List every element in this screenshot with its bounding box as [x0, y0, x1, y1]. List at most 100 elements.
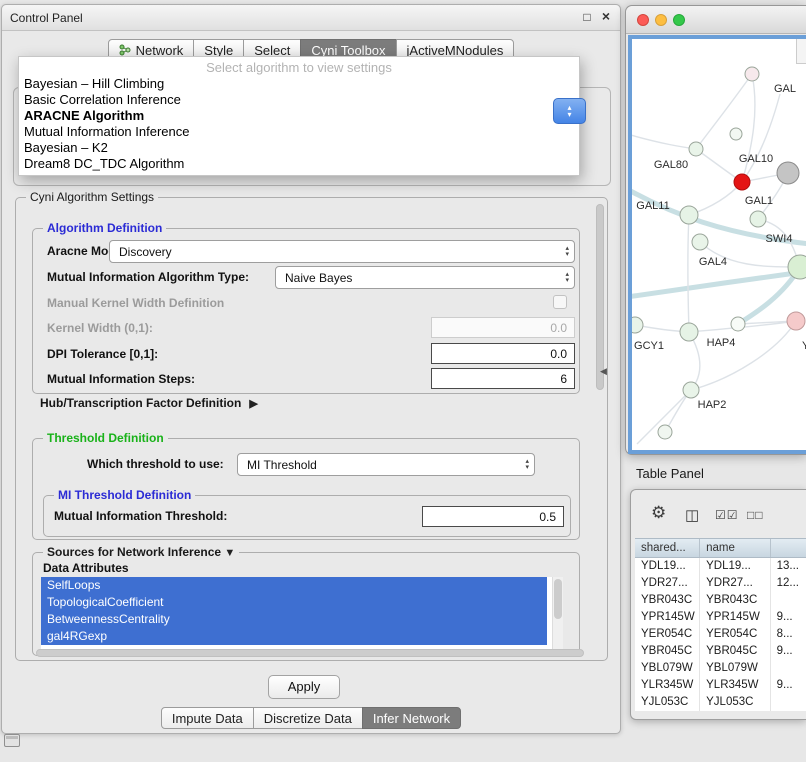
attribute-item[interactable]: TopologicalCoefficient	[41, 594, 547, 611]
mi-steps-field[interactable]: 6	[431, 368, 575, 389]
settings-horizontal-scroll-thumb[interactable]	[36, 649, 584, 657]
table-cell: YBR045C	[700, 643, 770, 660]
network-node[interactable]	[683, 382, 699, 398]
network-node[interactable]	[731, 317, 745, 331]
tab-infer-network[interactable]: Infer Network	[362, 707, 461, 729]
network-node[interactable]	[745, 67, 759, 81]
hub-arrow-icon: ▶	[249, 397, 257, 410]
network-node[interactable]	[730, 128, 742, 140]
table-row[interactable]: YPR145W YPR145W 9...	[635, 609, 806, 626]
mi-threshold-field[interactable]: 0.5	[422, 506, 564, 527]
close-traffic-light[interactable]	[637, 14, 649, 26]
hub-definition-toggle[interactable]: Hub/Transcription Factor Definition ▶	[40, 396, 258, 410]
manual-kernel-checkbox[interactable]	[553, 295, 567, 309]
table-cell: YJL053C	[700, 694, 770, 711]
settings-horizontal-scrollbar[interactable]	[22, 648, 598, 658]
attribute-item[interactable]: gal4RGexp	[41, 628, 547, 645]
network-node-label: SWI4	[766, 233, 793, 245]
gear-icon[interactable]: ⚙	[651, 503, 666, 523]
settings-vertical-scrollbar[interactable]	[595, 202, 605, 654]
zoom-traffic-light[interactable]	[673, 14, 685, 26]
sources-group: Sources for Network Inference ▼ Data Att…	[32, 552, 580, 656]
dropdown-item[interactable]: Bayesian – K2	[19, 140, 579, 156]
table-cell: YDR27...	[635, 575, 700, 592]
close-icon[interactable]: ×	[599, 8, 613, 24]
dpi-tolerance-field[interactable]: 0.0	[431, 343, 575, 364]
table-header-row: shared... name	[635, 538, 806, 558]
sources-toggle[interactable]: Sources for Network Inference ▼	[43, 545, 239, 559]
column-header-extra[interactable]	[771, 539, 806, 557]
which-threshold-label: Which threshold to use:	[87, 457, 224, 471]
network-scrollbar[interactable]	[796, 39, 806, 64]
network-node[interactable]	[689, 142, 703, 156]
mi-threshold-label: Mutual Information Threshold:	[54, 509, 227, 523]
network-view-window: GAL GAL80 GAL10 GAL11 GAL1 SWI4 GAL4 GCY…	[625, 5, 806, 455]
deselect-all-icon[interactable]: □□	[747, 508, 764, 522]
algorithm-combo-arrows-button[interactable]: ▴ ▾	[553, 98, 586, 124]
network-node[interactable]	[777, 162, 799, 184]
table-row[interactable]: YER054C YER054C 8...	[635, 626, 806, 643]
table-row[interactable]: YJL053C YJL053C	[635, 694, 806, 711]
table-row[interactable]: YLR345W YLR345W 9...	[635, 677, 806, 694]
table-row[interactable]: YDL19... YDL19... 13...	[635, 558, 806, 575]
network-node-label: GCY1	[634, 340, 664, 352]
tab-discretize-data-label: Discretize Data	[264, 711, 352, 726]
kernel-width-value: 0.0	[550, 321, 567, 335]
network-node[interactable]	[692, 234, 708, 250]
kernel-width-field[interactable]: 0.0	[431, 317, 575, 338]
dropdown-item-selected[interactable]: ARACNE Algorithm	[19, 108, 579, 124]
float-panel-icon[interactable]: □	[580, 10, 594, 24]
network-node-red[interactable]	[734, 174, 750, 190]
control-panel-titlebar: Control Panel □ ×	[2, 5, 620, 31]
table-panel-window: ⚙ ◫ ☑☑ □□ shared... name YDL19... YDL19.…	[630, 489, 806, 720]
tab-impute-data[interactable]: Impute Data	[161, 707, 254, 729]
columns-icon[interactable]: ◫	[685, 506, 699, 524]
table-row[interactable]: YBR045C YBR045C 9...	[635, 643, 806, 660]
network-graph: GAL GAL80 GAL10 GAL11 GAL1 SWI4 GAL4 GCY…	[632, 39, 806, 450]
network-nodes	[632, 67, 806, 439]
table-cell: YPR145W	[635, 609, 700, 626]
network-canvas[interactable]: GAL GAL80 GAL10 GAL11 GAL1 SWI4 GAL4 GCY…	[628, 35, 806, 454]
panel-collapse-icon[interactable]: ◀	[600, 366, 607, 377]
attribute-item[interactable]: BetweennessCentrality	[41, 611, 547, 628]
data-attributes-label: Data Attributes	[43, 561, 129, 575]
minimized-panel-icon[interactable]	[4, 734, 20, 747]
dropdown-item[interactable]: Basic Correlation Inference	[19, 92, 579, 108]
tab-discretize-data[interactable]: Discretize Data	[253, 707, 363, 729]
network-node[interactable]	[680, 206, 698, 224]
network-node[interactable]	[632, 317, 643, 333]
table-cell: YBL079W	[635, 660, 700, 677]
aracne-mode-combo[interactable]: Discovery ▴▾	[109, 240, 575, 263]
select-all-icon[interactable]: ☑☑	[715, 508, 739, 522]
dropdown-item[interactable]: Bayesian – Hill Climbing	[19, 76, 579, 92]
attributes-scroll-thumb[interactable]	[554, 579, 562, 619]
network-node-label: GAL1	[745, 195, 773, 207]
table-cell	[771, 660, 806, 677]
network-node-label: HAP4	[707, 337, 736, 349]
mi-type-combo[interactable]: Naive Bayes ▴▾	[275, 266, 575, 289]
attributes-scrollbar[interactable]	[552, 577, 563, 649]
table-cell: 12...	[771, 575, 806, 592]
column-header-name[interactable]: name	[700, 539, 770, 557]
which-threshold-combo[interactable]: MI Threshold ▴▾	[237, 453, 535, 476]
table-row[interactable]: YBR043C YBR043C	[635, 592, 806, 609]
apply-button[interactable]: Apply	[268, 675, 340, 699]
table-cell: YBR043C	[635, 592, 700, 609]
network-node[interactable]	[787, 312, 805, 330]
algorithm-dropdown-popup: Select algorithm to view settings Bayesi…	[18, 56, 580, 176]
network-node[interactable]	[750, 211, 766, 227]
network-node[interactable]	[680, 323, 698, 341]
attribute-item[interactable]: SelfLoops	[41, 577, 547, 594]
network-node-label: GAL80	[654, 159, 688, 171]
dropdown-item[interactable]: Mutual Information Inference	[19, 124, 579, 140]
minimize-traffic-light[interactable]	[655, 14, 667, 26]
network-node-label: GAL	[774, 83, 796, 95]
settings-vertical-scroll-thumb[interactable]	[596, 204, 604, 390]
network-node[interactable]	[658, 425, 672, 439]
dropdown-item[interactable]: Dream8 DC_TDC Algorithm	[19, 156, 579, 172]
table-row[interactable]: YBL079W YBL079W	[635, 660, 806, 677]
table-cell: YBR043C	[700, 592, 770, 609]
column-header-shared-name[interactable]: shared...	[635, 539, 700, 557]
table-cell: YLR345W	[700, 677, 770, 694]
table-row[interactable]: YDR27... YDR27... 12...	[635, 575, 806, 592]
